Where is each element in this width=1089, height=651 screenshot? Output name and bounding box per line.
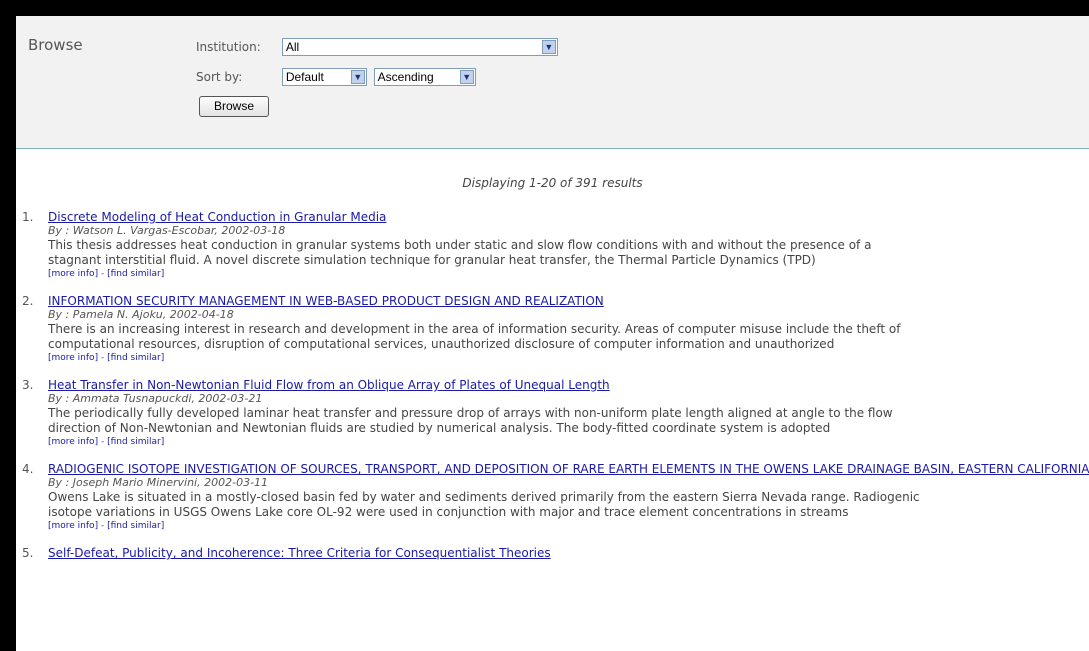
- results-list: 1. Discrete Modeling of Heat Conduction …: [16, 210, 1089, 574]
- result-abstract-line: computational resources, disruption of c…: [48, 337, 835, 351]
- browse-panel: Browse Institution: All ▼ Sort by: Defau…: [16, 16, 1089, 149]
- more-info-link[interactable]: [more info]: [48, 269, 98, 279]
- institution-select[interactable]: All ▼: [281, 38, 558, 56]
- browse-title: Browse: [28, 36, 83, 54]
- result-links: [more info] - [find similar]: [48, 268, 1089, 280]
- result-title-link[interactable]: Discrete Modeling of Heat Conduction in …: [48, 210, 1089, 224]
- link-separator: -: [98, 437, 108, 447]
- find-similar-link[interactable]: [find similar]: [107, 521, 164, 531]
- more-info-link[interactable]: [more info]: [48, 437, 98, 447]
- list-item: 1. Discrete Modeling of Heat Conduction …: [16, 210, 1089, 280]
- more-info-link[interactable]: [more info]: [48, 521, 98, 531]
- sort-order-select[interactable]: Ascending ▼: [373, 68, 476, 86]
- result-author: By : Watson L. Vargas-Escobar, 2002-03-1…: [48, 224, 286, 237]
- sort-field-value: Default: [285, 70, 324, 84]
- browse-button[interactable]: Browse: [199, 96, 269, 117]
- link-separator: -: [98, 353, 108, 363]
- chevron-down-icon[interactable]: ▼: [459, 70, 474, 84]
- result-abstract-line: There is an increasing interest in resea…: [48, 322, 901, 336]
- sort-order-value: Ascending: [377, 70, 434, 84]
- result-abstract-line: This thesis addresses heat conduction in…: [48, 238, 872, 252]
- institution-select-value: All: [285, 40, 300, 54]
- results-summary: Displaying 1-20 of 391 results: [462, 176, 643, 190]
- list-item: 5. Self-Defeat, Publicity, and Incoheren…: [16, 546, 1089, 560]
- result-title-link[interactable]: INFORMATION SECURITY MANAGEMENT IN WEB-B…: [48, 294, 1089, 308]
- result-links: [more info] - [find similar]: [48, 352, 1089, 364]
- find-similar-link[interactable]: [find similar]: [107, 353, 164, 363]
- sortby-label: Sort by:: [196, 69, 243, 84]
- result-number: 5.: [22, 546, 34, 560]
- result-abstract-line: isotope variations in USGS Owens Lake co…: [48, 505, 849, 519]
- institution-label: Institution:: [196, 39, 261, 54]
- result-author: By : Ammata Tusnapuckdi, 2002-03-21: [48, 392, 263, 405]
- result-author: By : Pamela N. Ajoku, 2002-04-18: [48, 308, 234, 321]
- link-separator: -: [98, 269, 108, 279]
- result-abstract-line: stagnant interstitial fluid. A novel dis…: [48, 253, 816, 267]
- list-item: 2. INFORMATION SECURITY MANAGEMENT IN WE…: [16, 294, 1089, 364]
- more-info-link[interactable]: [more info]: [48, 353, 98, 363]
- sort-field-select[interactable]: Default ▼: [281, 68, 367, 86]
- sortby-row: Sort by: Default ▼ Ascending ▼: [196, 68, 476, 86]
- result-links: [more info] - [find similar]: [48, 520, 1089, 532]
- list-item: 4. RADIOGENIC ISOTOPE INVESTIGATION OF S…: [16, 462, 1089, 532]
- result-number: 3.: [22, 378, 34, 392]
- result-abstract-line: direction of Non-Newtonian and Newtonian…: [48, 421, 831, 435]
- result-number: 4.: [22, 462, 34, 476]
- result-title-link[interactable]: RADIOGENIC ISOTOPE INVESTIGATION OF SOUR…: [48, 462, 1089, 476]
- result-author: By : Joseph Mario Minervini, 2002-03-11: [48, 476, 269, 489]
- link-separator: -: [98, 521, 108, 531]
- result-number: 1.: [22, 210, 34, 224]
- chevron-down-icon[interactable]: ▼: [350, 70, 365, 84]
- chevron-down-icon[interactable]: ▼: [541, 40, 556, 54]
- list-item: 3. Heat Transfer in Non-Newtonian Fluid …: [16, 378, 1089, 448]
- page-frame: Browse Institution: All ▼ Sort by: Defau…: [16, 16, 1089, 651]
- result-links: [more info] - [find similar]: [48, 436, 1089, 448]
- find-similar-link[interactable]: [find similar]: [107, 269, 164, 279]
- find-similar-link[interactable]: [find similar]: [107, 437, 164, 447]
- institution-row: Institution: All ▼: [196, 38, 558, 56]
- result-abstract-line: The periodically fully developed laminar…: [48, 406, 893, 420]
- result-title-link[interactable]: Heat Transfer in Non-Newtonian Fluid Flo…: [48, 378, 1089, 392]
- result-title-link[interactable]: Self-Defeat, Publicity, and Incoherence:…: [48, 546, 1089, 560]
- result-number: 2.: [22, 294, 34, 308]
- result-abstract-line: Owens Lake is situated in a mostly-close…: [48, 490, 920, 504]
